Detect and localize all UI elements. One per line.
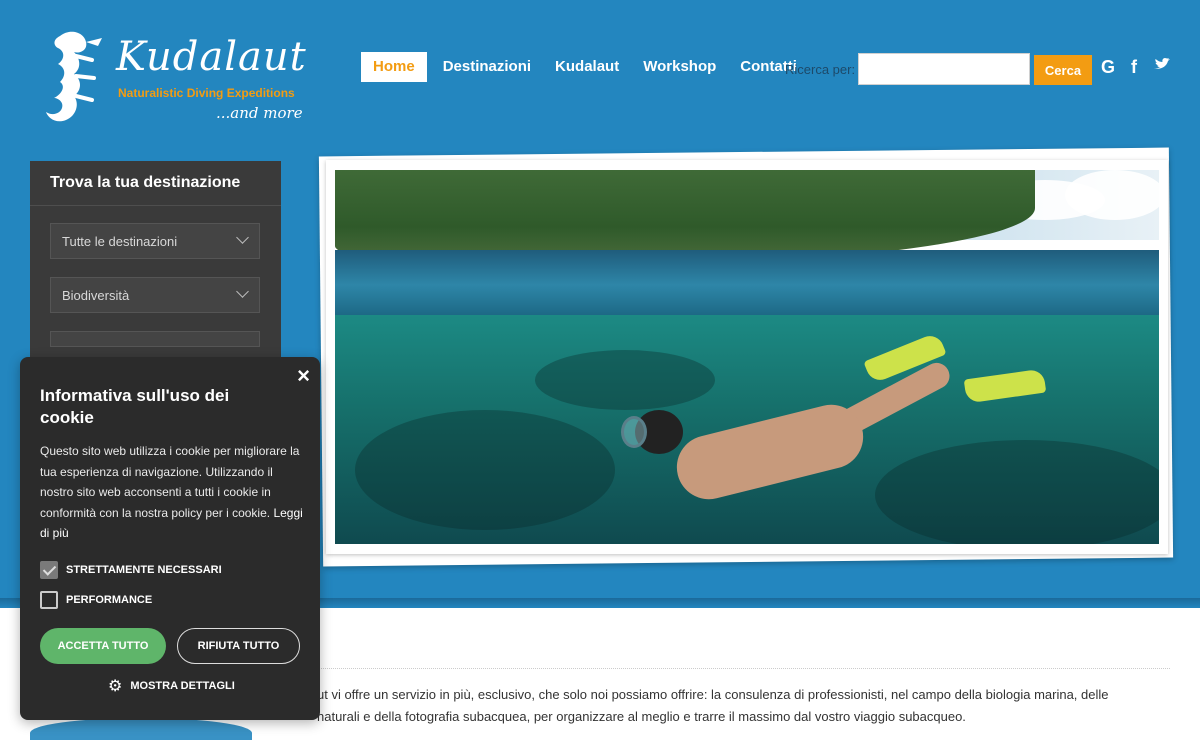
- destination-select[interactable]: Tutte le destinazioni: [50, 223, 260, 259]
- biodiversity-select-value: Biodiversità: [62, 288, 130, 303]
- hero-photo: [335, 170, 1159, 544]
- nav-item-destinazioni[interactable]: Destinazioni: [431, 52, 543, 82]
- logo-wordmark: Kudalaut: [116, 34, 307, 80]
- performance-label: PERFORMANCE: [66, 594, 153, 606]
- accept-all-button[interactable]: ACCETTA TUTTO: [40, 628, 166, 664]
- destination-finder: Trova la tua destinazione Tutte le desti…: [30, 161, 281, 361]
- biodiversity-select[interactable]: Biodiversità: [50, 277, 260, 313]
- chevron-down-icon: [236, 231, 249, 244]
- seahorse-logo-icon: [46, 31, 102, 122]
- necessary-label: STRETTAMENTE NECESSARI: [66, 564, 222, 576]
- facebook-icon[interactable]: f: [1131, 57, 1137, 78]
- photo-reef: [355, 410, 615, 530]
- main-nav: Home Destinazioni Kudalaut Workshop Cont…: [361, 52, 809, 82]
- close-icon[interactable]: ×: [297, 363, 310, 389]
- photo-reef: [875, 440, 1159, 544]
- chevron-down-icon: [236, 285, 249, 298]
- cookie-title: Informativa sull'uso dei cookie: [40, 386, 230, 427]
- cookie-text: Questo sito web utilizza i cookie per mi…: [40, 441, 308, 544]
- cookie-description: Questo sito web utilizza i cookie per mi…: [40, 444, 300, 520]
- intro-text-line-1: ut vi offre un servizio in più, esclusiv…: [317, 687, 1109, 702]
- necessary-checkbox[interactable]: [40, 561, 58, 579]
- logo-and-more: ...and more: [216, 104, 303, 122]
- twitter-icon[interactable]: [1153, 56, 1171, 77]
- reject-all-button[interactable]: RIFIUTA TUTTO: [177, 628, 300, 664]
- nav-item-workshop[interactable]: Workshop: [631, 52, 728, 82]
- photo-cloud: [1065, 170, 1159, 220]
- destination-select-value: Tutte le destinazioni: [62, 234, 178, 249]
- intro-text: ut vi offre un servizio in più, esclusiv…: [317, 684, 1177, 728]
- third-select[interactable]: [50, 331, 260, 347]
- logo-tagline: Naturalistic Diving Expeditions: [118, 86, 295, 100]
- content-divider: [310, 668, 1170, 669]
- search-input[interactable]: [858, 53, 1030, 85]
- google-plus-icon[interactable]: G: [1101, 57, 1115, 78]
- nav-item-home[interactable]: Home: [361, 52, 427, 82]
- photo-water-surface: [335, 250, 1159, 320]
- show-details-button[interactable]: ⚙ MOSTRA DETTAGLI: [108, 676, 235, 696]
- gear-icon: ⚙: [108, 678, 123, 695]
- photo-reef: [535, 350, 715, 410]
- cookie-banner: × Informativa sull'uso dei cookie Questo…: [20, 357, 320, 720]
- performance-checkbox[interactable]: [40, 591, 58, 609]
- world-map-image: [30, 718, 252, 740]
- nav-item-kudalaut[interactable]: Kudalaut: [543, 52, 631, 82]
- intro-text-line-2: naturali e della fotografia subacquea, p…: [317, 709, 966, 724]
- search-button[interactable]: Cerca: [1034, 55, 1092, 85]
- search-label: Ricerca per:: [785, 62, 856, 77]
- show-details-label: MOSTRA DETTAGLI: [130, 680, 235, 692]
- photo-diver-mask: [621, 416, 647, 448]
- site-logo[interactable]: Kudalaut Naturalistic Diving Expeditions…: [40, 28, 330, 133]
- sidebar-title: Trova la tua destinazione: [30, 161, 281, 206]
